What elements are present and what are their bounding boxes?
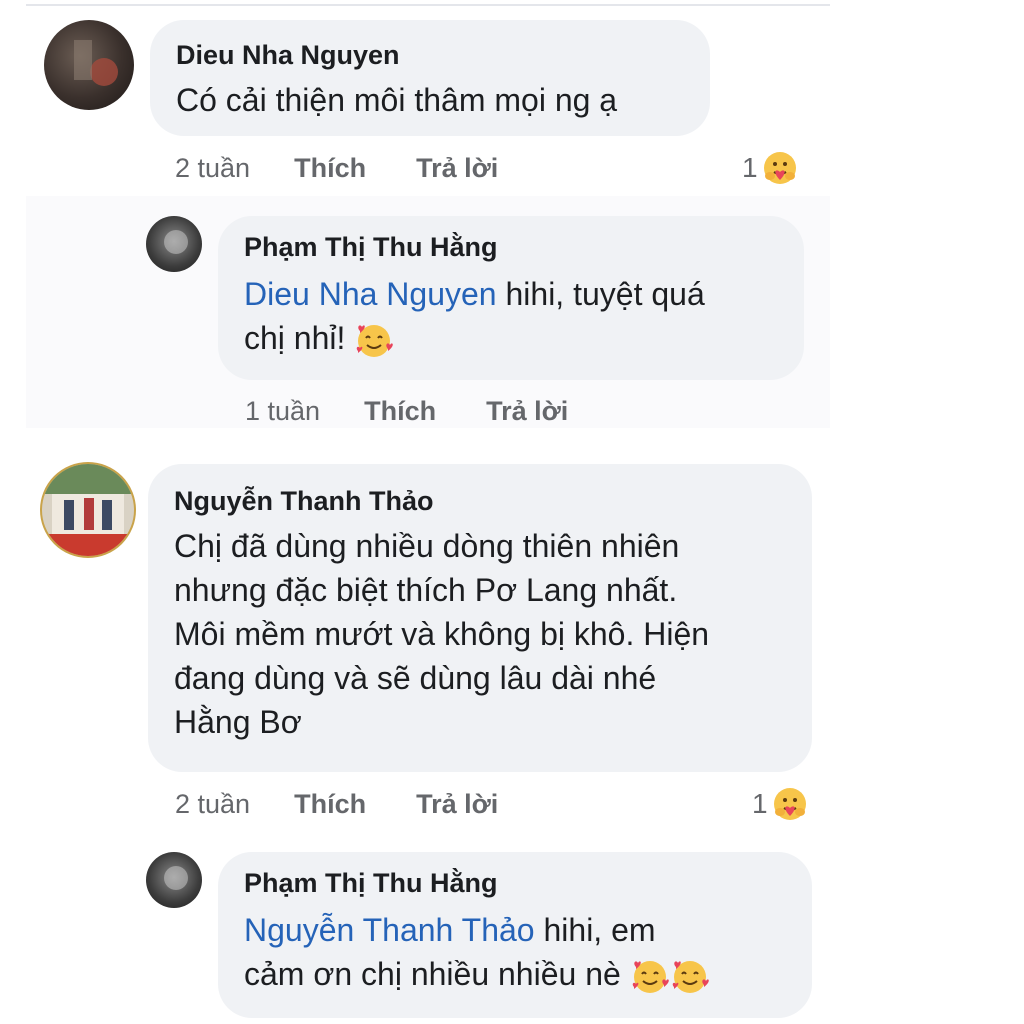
comment-actions: 2 tuần Thích Trả lời	[175, 150, 498, 186]
reply-bubble: Phạm Thị Thu Hằng Nguyễn Thanh Thảo hihi…	[218, 852, 812, 1018]
smiling-face-with-hearts-icon	[672, 960, 709, 993]
mention-link[interactable]: Nguyễn Thanh Thảo	[244, 912, 535, 948]
reaction-count-label: 1	[752, 788, 768, 819]
avatar[interactable]	[44, 20, 134, 110]
reply-author[interactable]: Phạm Thị Thu Hằng	[244, 230, 778, 264]
reply-text-line2: cảm ơn chị nhiều nhiều nè	[244, 956, 621, 992]
divider	[26, 4, 830, 6]
comment-bubble: Dieu Nha Nguyen Có cải thiện môi thâm mọ…	[150, 20, 710, 136]
like-button[interactable]: Thích	[294, 789, 366, 820]
reply-actions: 1 tuần Thích Trả lời	[245, 393, 568, 429]
reply-button[interactable]: Trả lời	[486, 396, 568, 427]
comment-text-line: Chị đã dùng nhiều dòng thiên nhiên	[174, 528, 680, 564]
comment-bubble: Nguyễn Thanh Thảo Chị đã dùng nhiều dòng…	[148, 464, 812, 772]
comment-text-line: Hằng Bơ	[174, 704, 302, 740]
comment-timestamp[interactable]: 2 tuần	[175, 789, 250, 820]
comment-actions: 2 tuần Thích Trả lời	[175, 786, 498, 822]
reply-text-line1: hihi, tuyệt quá	[496, 276, 705, 312]
reaction-count[interactable]: 1	[752, 784, 808, 824]
reply-text: Nguyễn Thanh Thảo hihi, em	[244, 908, 786, 952]
comment-text-line: đang dùng và sẽ dùng lâu dài nhé	[174, 660, 657, 696]
mention-link[interactable]: Dieu Nha Nguyen	[244, 276, 497, 312]
reaction-count[interactable]: 1	[742, 148, 798, 188]
avatar-photo-icon	[42, 464, 134, 556]
avatar[interactable]	[40, 462, 136, 558]
comment-text: Có cải thiện môi thâm mọi ng ạ	[176, 82, 618, 118]
avatar-photo-icon	[164, 230, 188, 254]
smiling-face-with-hearts-icon	[357, 324, 394, 357]
reply-timestamp[interactable]: 1 tuần	[245, 396, 320, 427]
smiling-face-with-hearts-icon	[632, 960, 669, 993]
comment-author[interactable]: Nguyễn Thanh Thảo	[174, 484, 786, 518]
reply-text-line2-wrap: chị nhỉ!	[244, 316, 778, 361]
comment-author[interactable]: Dieu Nha Nguyen	[176, 38, 684, 72]
reply-text-line2: chị nhỉ!	[244, 320, 346, 356]
reply-button[interactable]: Trả lời	[416, 153, 498, 184]
reply-bubble: Phạm Thị Thu Hằng Dieu Nha Nguyen hihi, …	[218, 216, 804, 380]
reply-text: Dieu Nha Nguyen hihi, tuyệt quá	[244, 272, 778, 316]
care-reaction-icon	[773, 788, 806, 820]
like-button[interactable]: Thích	[364, 396, 436, 427]
avatar[interactable]	[146, 852, 202, 908]
reply-button[interactable]: Trả lời	[416, 789, 498, 820]
like-button[interactable]: Thích	[294, 153, 366, 184]
reaction-count-label: 1	[742, 152, 758, 183]
comment-text-line: Môi mềm mướt và không bị khô. Hiện	[174, 616, 710, 652]
avatar-photo-icon	[164, 866, 188, 890]
avatar[interactable]	[146, 216, 202, 272]
avatar-photo-icon	[74, 40, 118, 86]
reply-author[interactable]: Phạm Thị Thu Hằng	[244, 866, 786, 900]
reply-text-line2-wrap: cảm ơn chị nhiều nhiều nè	[244, 952, 786, 997]
comment-timestamp[interactable]: 2 tuần	[175, 153, 250, 184]
reply-text-line1: hihi, em	[534, 912, 656, 948]
care-reaction-icon	[763, 152, 796, 184]
comment-text-line: nhưng đặc biệt thích Pơ Lang nhất.	[174, 572, 678, 608]
